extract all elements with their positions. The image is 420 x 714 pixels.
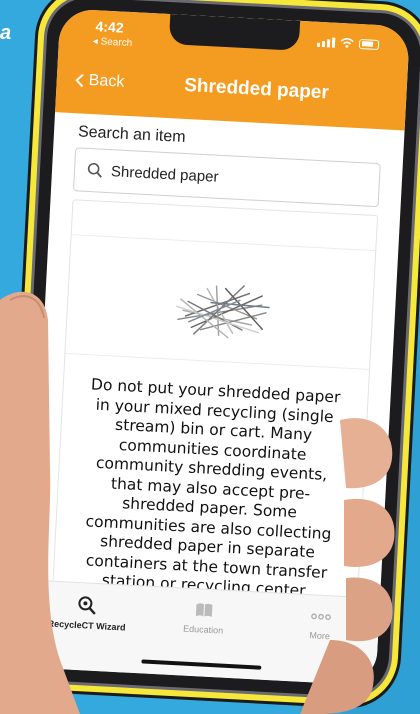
hand-holding-phone bbox=[0, 291, 395, 714]
